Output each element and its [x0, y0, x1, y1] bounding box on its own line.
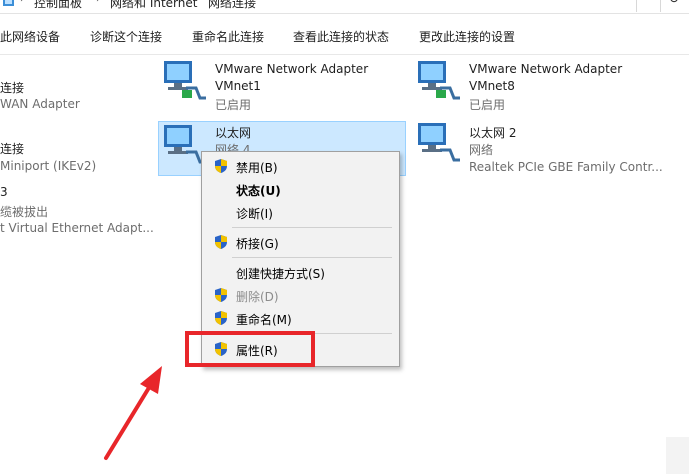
adapter-name: 连接	[0, 142, 25, 156]
change-settings-button[interactable]: 更改此连接的设置	[419, 28, 515, 45]
adapter-name: 3	[0, 185, 8, 199]
breadcrumb-network-internet[interactable]: 网络和 Internet	[110, 0, 197, 11]
scroll-corner	[666, 437, 689, 474]
uac-shield-icon	[215, 288, 227, 302]
menu-item-label: 禁用(B)	[236, 161, 278, 175]
menu-separator	[232, 257, 392, 258]
menu-item-status[interactable]: 状态(U)	[202, 178, 399, 200]
highlight-annotation-box	[185, 331, 315, 367]
menu-item-label: 桥接(G)	[236, 237, 279, 251]
adapter-name: VMware Network Adapter	[215, 62, 369, 76]
menu-item-rename[interactable]: 重命名(M)	[202, 307, 399, 329]
adapter-name: VMware Network Adapter	[469, 62, 623, 76]
menu-item-bridge[interactable]: 桥接(G)	[202, 231, 399, 253]
adapter-name: 以太网 2	[469, 126, 517, 140]
adapter-status: 网络	[469, 143, 494, 157]
breadcrumb-separator-icon: ›	[194, 0, 198, 5]
adapter-device: t Virtual Ethernet Adapt...	[0, 221, 154, 235]
view-status-button[interactable]: 查看此连接的状态	[293, 28, 389, 45]
adapter-device: WAN Adapter	[0, 97, 80, 111]
menu-separator	[232, 227, 392, 228]
menu-item-label: 状态(U)	[236, 184, 281, 198]
address-bar[interactable]: › 控制面板 › 网络和 Internet › 网络连接 ↻	[0, 0, 689, 14]
network-adapter-icon	[418, 61, 460, 100]
menu-item-disable[interactable]: 禁用(B)	[202, 155, 399, 177]
adapter-device: Miniport (IKEv2)	[0, 159, 97, 173]
annotation-arrow-icon	[104, 366, 162, 460]
adapter-status: 已启用	[215, 98, 252, 112]
disable-device-button[interactable]: 此网络设备	[0, 28, 60, 45]
adapter-name: 以太网	[215, 126, 252, 140]
uac-shield-icon	[215, 235, 227, 249]
uac-shield-icon	[215, 311, 227, 325]
breadcrumb-separator-icon: ›	[96, 0, 100, 5]
breadcrumb-control-panel[interactable]: 控制面板	[34, 0, 82, 11]
control-panel-icon	[3, 0, 14, 6]
adapter-device: Realtek PCIe GBE Family Contr...	[469, 160, 663, 174]
adapter-status: 已启用	[469, 98, 506, 112]
command-bar: 此网络设备 诊断这个连接 重命名此连接 查看此连接的状态 更改此连接的设置	[0, 14, 689, 55]
address-dropdown-button[interactable]	[636, 0, 659, 12]
adapter-name-line2: VMnet1	[215, 79, 261, 93]
breadcrumb-network-connections[interactable]: 网络连接	[208, 0, 256, 11]
menu-item-label: 创建快捷方式(S)	[236, 267, 325, 281]
diagnose-connection-button[interactable]: 诊断这个连接	[90, 28, 162, 45]
adapter-status: 缆被拔出	[0, 205, 49, 219]
adapter-name: 连接	[0, 81, 25, 95]
menu-item-label: 重命名(M)	[236, 313, 292, 327]
network-adapter-icon	[418, 123, 460, 162]
rename-connection-button[interactable]: 重命名此连接	[192, 28, 264, 45]
refresh-icon[interactable]: ↻	[660, 0, 687, 12]
menu-item-label: 诊断(I)	[236, 207, 273, 221]
menu-item-create-shortcut[interactable]: 创建快捷方式(S)	[202, 261, 399, 283]
menu-item-label: 删除(D)	[236, 290, 279, 304]
network-adapter-icon	[164, 61, 206, 100]
uac-shield-icon	[215, 159, 227, 173]
menu-item-delete: 删除(D)	[202, 284, 399, 306]
adapter-name-line2: VMnet8	[469, 79, 515, 93]
menu-item-diagnose[interactable]: 诊断(I)	[202, 201, 399, 223]
breadcrumb-separator-icon: ›	[20, 0, 24, 5]
